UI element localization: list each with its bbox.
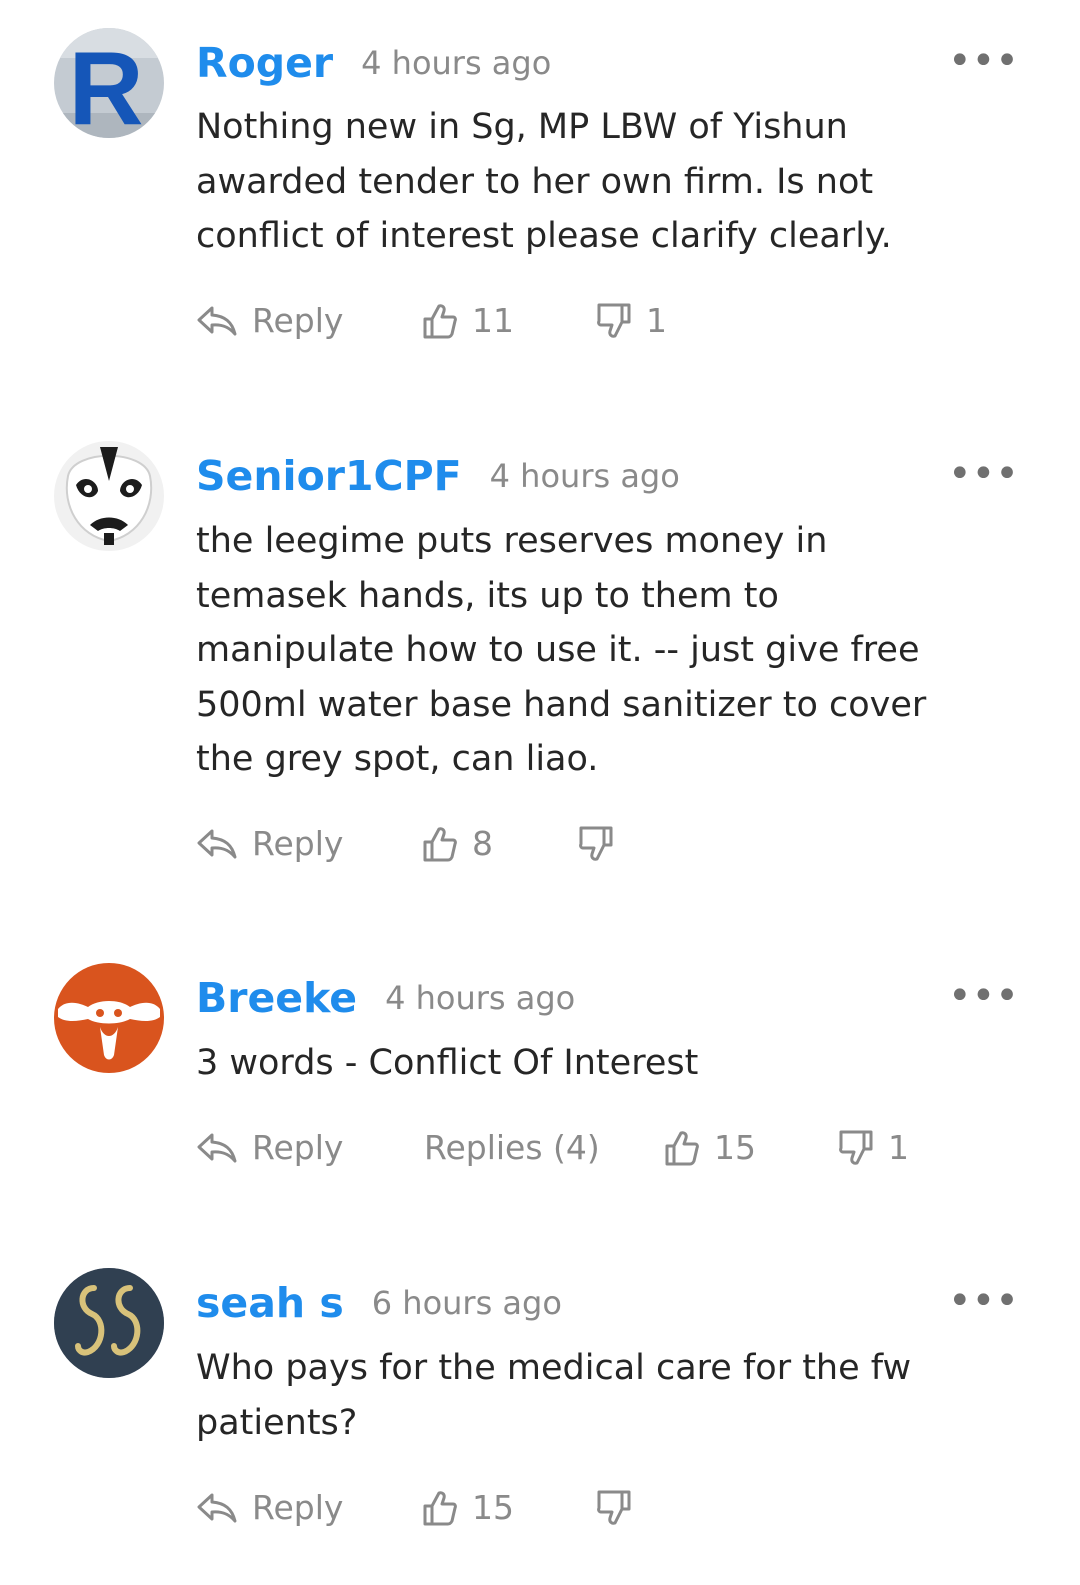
comment-text-line: conflict of interest please clarify clea… [196, 216, 892, 256]
comment-text: the leegime puts reserves money in temas… [196, 514, 956, 787]
reply-icon [197, 829, 237, 859]
avatar[interactable] [54, 963, 164, 1073]
comment-actions: Reply 15 [196, 1478, 996, 1538]
like-count: 15 [714, 1128, 756, 1167]
comment-actions: Reply Replies (4) 15 1 [196, 1118, 996, 1178]
comment-header: Breeke 4 hours ago [196, 963, 575, 1033]
reply-icon [197, 1133, 237, 1163]
dislike-count: 1 [888, 1128, 909, 1167]
username[interactable]: seah s [196, 1279, 344, 1327]
comment-header: Senior1CPF 4 hours ago [196, 441, 680, 511]
reply-label: Reply [252, 1128, 344, 1167]
comment-actions: Reply 8 [196, 814, 996, 874]
username[interactable]: Senior1CPF [196, 452, 462, 500]
more-options-icon[interactable]: ••• [948, 36, 1019, 86]
reply-label: Reply [252, 301, 344, 340]
thumbs-up-icon [665, 1131, 699, 1166]
comment-text-line: temasek hands, its up to them to [196, 575, 779, 616]
username[interactable]: Roger [196, 39, 333, 87]
timestamp: 4 hours ago [489, 457, 680, 495]
dislike-count: 1 [646, 301, 667, 340]
more-options-icon[interactable]: ••• [948, 971, 1019, 1021]
comment-text-line: 500ml water base hand sanitizer to cover [196, 684, 927, 725]
like-button[interactable]: 15 [664, 1118, 756, 1178]
avatar-image-opera-mask [54, 441, 164, 551]
more-options-icon[interactable]: ••• [948, 1276, 1019, 1326]
avatar-image-cartoon [54, 963, 164, 1073]
svg-text:R: R [68, 31, 143, 138]
like-count: 15 [472, 1488, 514, 1527]
dislike-button[interactable]: 1 [596, 291, 667, 351]
avatar-image-ss-monogram [54, 1268, 164, 1378]
more-options-icon[interactable]: ••• [948, 449, 1019, 499]
comment-text-line: Who pays for the medical care for the fw [196, 1348, 912, 1388]
comment-text: Who pays for the medical care for the fw… [196, 1341, 956, 1450]
thumbs-up-icon [423, 304, 457, 339]
reply-icon [197, 1493, 237, 1523]
comment-text-line: the leegime puts reserves money in [196, 521, 828, 561]
like-button[interactable]: 8 [422, 814, 493, 874]
comment-item: seah s 6 hours ago ••• Who pays for the … [0, 1268, 1080, 1568]
thumbs-down-icon [579, 826, 613, 861]
reply-button[interactable]: Reply [196, 1118, 343, 1178]
comment-header: seah s 6 hours ago [196, 1268, 562, 1338]
comment-text: Nothing new in Sg, MP LBW of Yishun awar… [196, 100, 956, 264]
like-count: 8 [472, 824, 493, 863]
comment-header: Roger 4 hours ago [196, 28, 551, 98]
reply-button[interactable]: Reply [196, 291, 343, 351]
thumbs-up-icon [423, 1491, 457, 1526]
thumbs-up-icon [423, 827, 457, 862]
comment-text-line: 3 words - Conflict Of Interest [196, 1043, 699, 1083]
reply-label: Reply [252, 824, 344, 863]
timestamp: 4 hours ago [361, 44, 552, 82]
thumbs-down-icon [839, 1130, 873, 1165]
reply-label: Reply [252, 1488, 344, 1527]
timestamp: 4 hours ago [385, 979, 576, 1017]
comment-item: R Roger 4 hours ago ••• Nothing new in S… [0, 28, 1080, 358]
comment-text-line: Nothing new in Sg, MP LBW of Yishun [196, 107, 848, 147]
dislike-button[interactable] [578, 814, 628, 874]
replies-count: Replies (4) [424, 1128, 600, 1167]
reply-button[interactable]: Reply [196, 814, 343, 874]
view-replies-button[interactable]: Replies (4) [424, 1118, 600, 1178]
avatar[interactable] [54, 1268, 164, 1378]
comment-text-line: awarded tender to her own firm. Is not [196, 161, 874, 202]
reply-button[interactable]: Reply [196, 1478, 343, 1538]
avatar[interactable] [54, 441, 164, 551]
comment-text-line: the grey spot, can liao. [196, 739, 599, 779]
comment-text-line: manipulate how to use it. -- just give f… [196, 630, 920, 670]
thumbs-down-icon [597, 303, 631, 338]
comment-actions: Reply 11 1 [196, 291, 996, 351]
timestamp: 6 hours ago [371, 1284, 562, 1322]
dislike-button[interactable] [596, 1478, 646, 1538]
avatar[interactable]: R [54, 28, 164, 138]
comment-text: 3 words - Conflict Of Interest [196, 1036, 956, 1091]
like-count: 11 [472, 301, 514, 340]
comment-text-line: patients? [196, 1402, 358, 1443]
avatar-image-letter-r: R [54, 28, 164, 138]
username[interactable]: Breeke [196, 974, 357, 1022]
dislike-button[interactable]: 1 [838, 1118, 909, 1178]
like-button[interactable]: 15 [422, 1478, 514, 1538]
comment-item: Senior1CPF 4 hours ago ••• the leegime p… [0, 441, 1080, 881]
comment-item: Breeke 4 hours ago ••• 3 words - Conflic… [0, 963, 1080, 1183]
like-button[interactable]: 11 [422, 291, 514, 351]
reply-icon [197, 306, 237, 336]
thumbs-down-icon [597, 1490, 631, 1525]
